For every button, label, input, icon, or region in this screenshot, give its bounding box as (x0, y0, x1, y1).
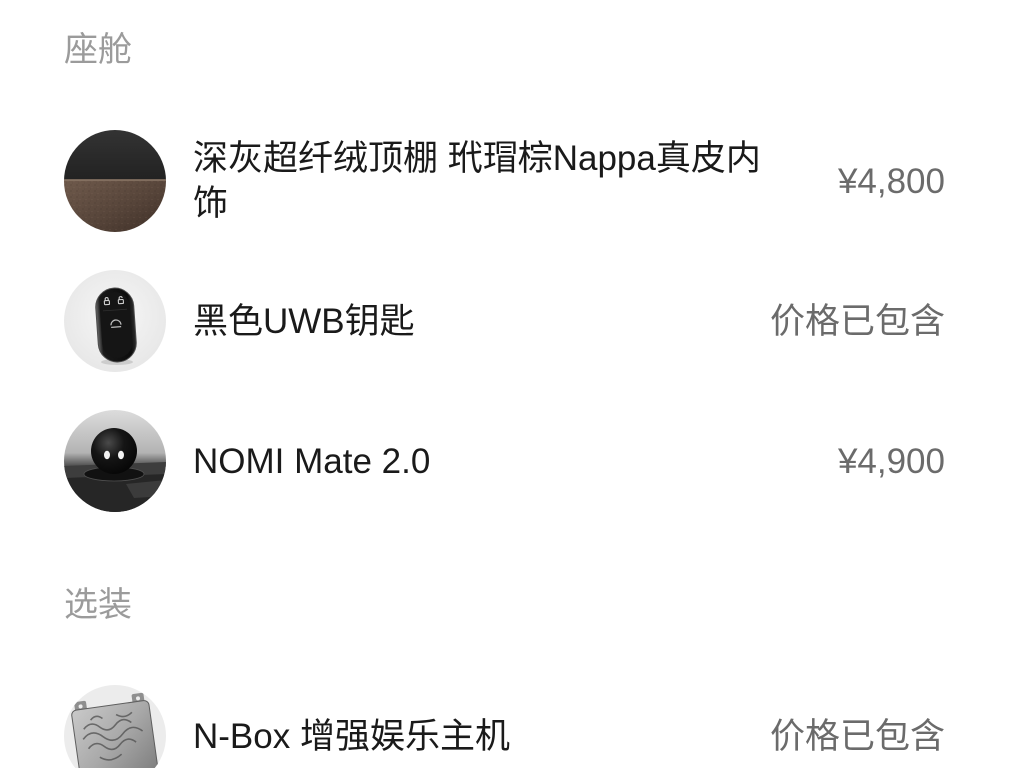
list-item-uwb-key: 黑色UWB钥匙 价格已包含 (0, 251, 1024, 391)
section-title: 选装 (64, 586, 132, 624)
section-options: 选装 N-Box 增强娱乐主机 价格已包含 (0, 555, 1024, 768)
item-title: NOMI Mate 2.0 (193, 441, 431, 481)
list-item-nomi-mate: NOMI Mate 2.0 ¥4,900 (0, 391, 1024, 531)
section-cabin: 座舱 深灰超纤绒顶棚 玳瑁棕Nappa真皮内饰 ¥4,800 黑色UWB钥匙 价… (0, 0, 1024, 531)
item-title: 深灰超纤绒顶棚 玳瑁棕Nappa真皮内饰 (193, 139, 761, 223)
n-box-image (64, 685, 166, 768)
item-title: 黑色UWB钥匙 (193, 301, 415, 341)
item-price: ¥4,800 (837, 161, 945, 201)
section-title: 座舱 (64, 31, 132, 69)
list-item-interior: 深灰超纤绒顶棚 玳瑁棕Nappa真皮内饰 ¥4,800 (0, 111, 1024, 251)
item-price: 价格已包含 (769, 716, 945, 756)
configuration-summary-screen: 座舱 深灰超纤绒顶棚 玳瑁棕Nappa真皮内饰 ¥4,800 黑色UWB钥匙 价… (0, 0, 1024, 768)
uwb-key-image (64, 270, 166, 372)
nomi-mate-image (64, 410, 166, 512)
item-title: N-Box 增强娱乐主机 (193, 716, 510, 756)
item-price: 价格已包含 (769, 301, 945, 341)
interior-swatch-image (64, 130, 166, 232)
item-price: ¥4,900 (837, 441, 945, 481)
list-item-n-box: N-Box 增强娱乐主机 价格已包含 (0, 666, 1024, 768)
